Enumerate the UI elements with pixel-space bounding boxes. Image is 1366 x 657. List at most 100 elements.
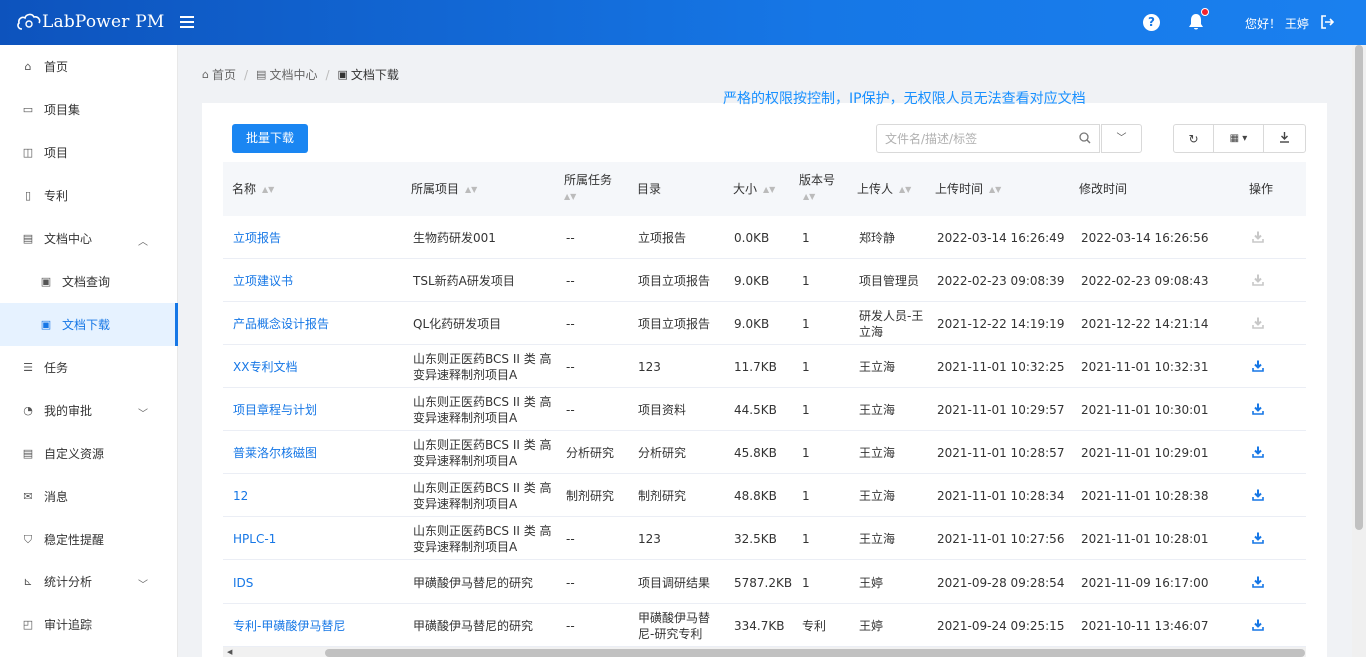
column-header-uploaded[interactable]: 上传时间 ▲▼ (935, 181, 1001, 198)
download-icon[interactable] (1252, 532, 1264, 544)
scrollbar-thumb[interactable] (1355, 45, 1363, 530)
columns-button[interactable]: ▦ ▾ (1214, 125, 1264, 152)
menu-toggle-icon[interactable] (180, 14, 196, 30)
sidebar-item-approval[interactable]: ◔ 我的审批 ﹀ (0, 389, 178, 432)
download-icon[interactable] (1252, 576, 1264, 588)
sidebar-item-stability[interactable]: ⛉ 稳定性提醒 (0, 518, 178, 561)
bell-icon[interactable] (1188, 13, 1204, 31)
cell-task: 分析研究 (566, 446, 615, 460)
refresh-icon: ↻ (1188, 131, 1199, 146)
sidebar-item-project[interactable]: ◫ 项目 (0, 131, 178, 174)
cell-name[interactable]: 普莱洛尔核磁图 (233, 445, 403, 461)
cell-task: -- (566, 317, 575, 331)
sort-icon: ▲▼ (803, 191, 816, 201)
sidebar-item-doc-download[interactable]: ▣ 文档下载 (0, 303, 178, 346)
logout-icon[interactable] (1320, 15, 1335, 29)
sidebar-item-stats[interactable]: ⊾ 统计分析 ﹀ (0, 560, 178, 603)
cell-name[interactable]: 专利-甲磺酸伊马替尼 (233, 618, 403, 634)
download-icon (1279, 131, 1290, 146)
sidebar-item-doc-center[interactable]: ▤ 文档中心 ︿ (0, 217, 178, 260)
cell-name[interactable]: 项目章程与计划 (233, 402, 403, 418)
scroll-left-icon[interactable]: ◀ (227, 648, 232, 656)
sidebar-item-home[interactable]: ⌂ 首页 (0, 45, 178, 88)
column-header-name[interactable]: 名称 ▲▼ (232, 181, 274, 198)
task-icon: ☰ (23, 361, 33, 374)
cell-task: 制剂研究 (566, 489, 615, 503)
cell-project: 山东则正医药BCS II 类 高变异速释制剂项目A (413, 438, 552, 468)
cell-name[interactable]: 立项建议书 (233, 273, 403, 289)
download-icon[interactable] (1252, 360, 1264, 372)
doc-center-icon: ▤ (256, 68, 267, 81)
search-input[interactable] (877, 125, 1067, 152)
cell-uploaded: 2021-11-01 10:28:57 (937, 446, 1065, 460)
sidebar-item-task[interactable]: ☰ 任务 (0, 346, 178, 389)
column-header-size[interactable]: 大小 ▲▼ (733, 181, 775, 198)
download-icon[interactable] (1252, 489, 1264, 501)
download-icon (1252, 231, 1264, 243)
cell-uploaded: 2022-02-23 09:08:39 (937, 274, 1065, 288)
chart-icon: ⊾ (23, 575, 33, 588)
logo-text: LabPower PM (42, 12, 165, 32)
column-header-task[interactable]: 所属任务 ▲▼ (564, 172, 612, 205)
cell-version: 1 (802, 231, 810, 245)
help-icon[interactable]: ? (1143, 14, 1160, 31)
horizontal-scrollbar[interactable]: ◀ (223, 647, 1306, 657)
cell-uploader: 王立海 (859, 532, 896, 546)
column-header-project[interactable]: 所属项目 ▲▼ (411, 181, 477, 198)
cell-size: 45.8KB (734, 446, 777, 460)
cell-name[interactable]: 产品概念设计报告 (233, 316, 403, 332)
batch-download-button[interactable]: 批量下载 (232, 124, 308, 153)
doc-icon: ▣ (40, 318, 52, 331)
column-label: 上传人 (857, 182, 894, 196)
sidebar-item-audit[interactable]: ◰ 审计追踪 (0, 603, 178, 646)
download-icon[interactable] (1252, 446, 1264, 458)
breadcrumb-home[interactable]: 首页 (212, 66, 236, 83)
download-icon[interactable] (1252, 403, 1264, 415)
sidebar-item-patent[interactable]: ▯ 专利 (0, 174, 178, 217)
column-label: 操作 (1249, 182, 1274, 196)
cell-task: -- (566, 576, 575, 590)
vertical-scrollbar[interactable] (1352, 45, 1366, 657)
export-button[interactable] (1264, 125, 1305, 152)
sidebar-item-resource[interactable]: ▤ 自定义资源 (0, 432, 178, 475)
breadcrumb-parent[interactable]: 文档中心 (269, 66, 317, 83)
top-header: LabPower PM ? 您好！ 王婷 (0, 0, 1366, 45)
cell-dir: 项目资料 (638, 403, 687, 417)
cell-name[interactable]: HPLC-1 (233, 531, 403, 547)
chevron-down-icon: ﹀ (1116, 133, 1127, 144)
sidebar-item-label: 任务 (44, 361, 69, 375)
cell-uploaded: 2021-11-01 10:28:34 (937, 489, 1065, 503)
scrollbar-thumb[interactable] (325, 649, 1305, 657)
sidebar-item-doc-query[interactable]: ▣ 文档查询 (0, 260, 178, 303)
cell-project: 山东则正医药BCS II 类 高变异速释制剂项目A (413, 395, 552, 425)
search-icon[interactable] (1079, 132, 1091, 144)
cell-dir: 制剂研究 (638, 489, 687, 503)
refresh-button[interactable]: ↻ (1174, 125, 1214, 152)
column-label: 目录 (637, 182, 662, 196)
cell-name[interactable]: 立项报告 (233, 230, 403, 246)
download-icon[interactable] (1252, 619, 1264, 631)
cell-dir: 分析研究 (638, 446, 687, 460)
user-greeting[interactable]: 您好！ 王婷 (1245, 15, 1309, 32)
cell-version: 1 (802, 489, 810, 503)
sidebar-item-message[interactable]: ✉ 消息 (0, 475, 178, 518)
column-header-uploader[interactable]: 上传人 ▲▼ (857, 181, 911, 198)
cell-version: 1 (802, 317, 810, 331)
sort-icon: ▲▼ (763, 184, 776, 194)
cell-version: 1 (802, 576, 810, 590)
cell-name[interactable]: IDS (233, 575, 403, 591)
search-options-button[interactable]: ﹀ (1101, 124, 1142, 153)
cell-name[interactable]: 12 (233, 488, 403, 504)
cell-uploader: 王立海 (859, 489, 896, 503)
table-row: IDS 甲磺酸伊马替尼的研究 -- 项目调研结果 5787.2KB 1 王婷 2021-09-… (223, 561, 1306, 604)
sidebar-item-label: 专利 (44, 189, 69, 203)
table-row: 专利-甲磺酸伊马替尼 甲磺酸伊马替尼的研究 -- 甲磺酸伊马替尼-研究专利 334.7K… (223, 604, 1306, 647)
sidebar-item-label: 稳定性提醒 (44, 533, 105, 547)
sidebar-item-program[interactable]: ▭ 项目集 (0, 88, 178, 131)
table-row: 12 山东则正医药BCS II 类 高变异速释制剂项目A 制剂研究 制剂研究 48.8K… (223, 474, 1306, 517)
cell-name[interactable]: XX专利文档 (233, 359, 403, 375)
column-label: 版本号 (799, 173, 836, 187)
sidebar-item-label: 消息 (44, 490, 69, 504)
logo[interactable]: LabPower PM (16, 10, 164, 34)
column-header-version[interactable]: 版本号 ▲▼ (799, 172, 835, 205)
